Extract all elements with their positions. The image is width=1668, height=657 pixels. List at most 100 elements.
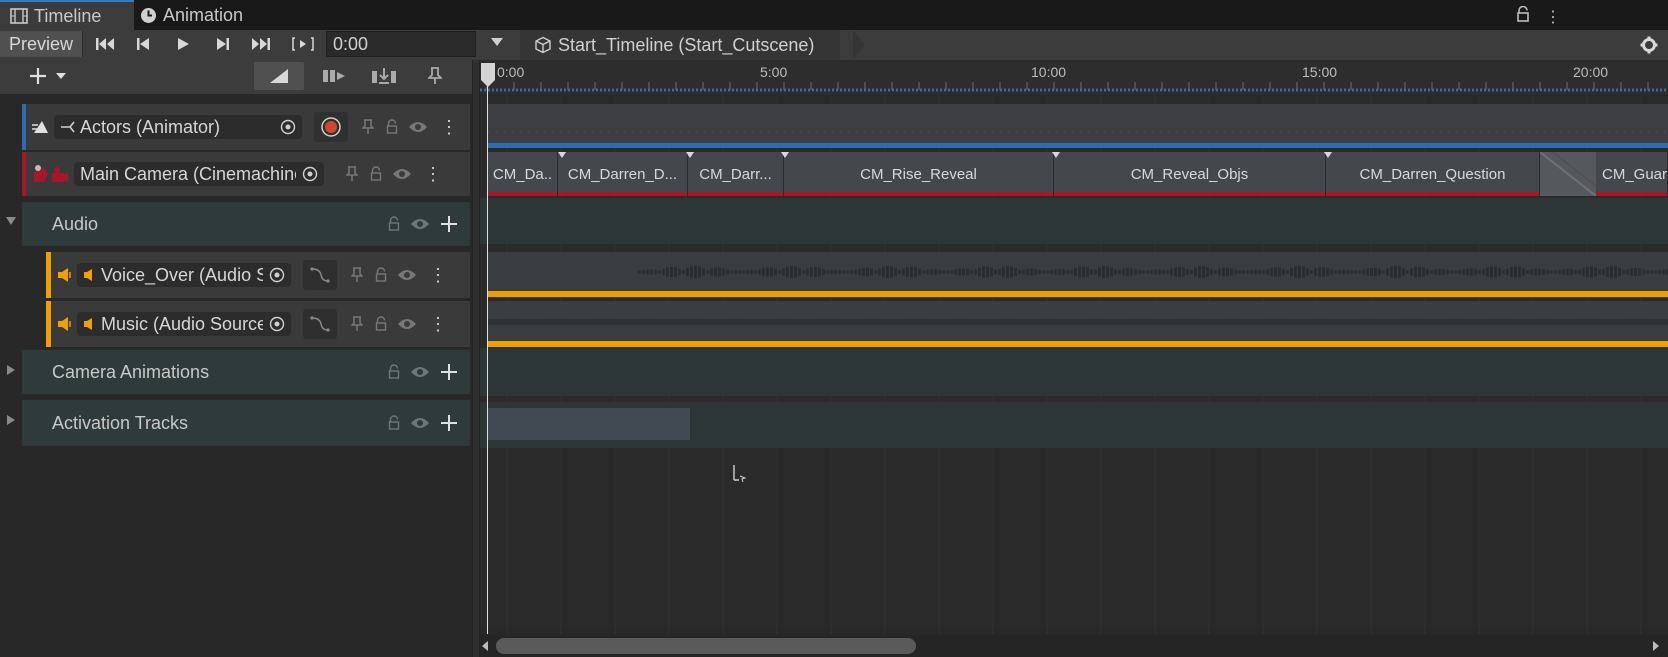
add-track-plus-icon[interactable] bbox=[440, 215, 458, 233]
actors-binding-field[interactable]: Actors (Animator) bbox=[54, 115, 302, 139]
time-input[interactable]: 0:00 bbox=[326, 31, 476, 57]
expand-arrow-icon[interactable] bbox=[6, 414, 16, 426]
ruler-tick-label: 15:00 bbox=[1302, 64, 1338, 80]
object-picker-icon[interactable] bbox=[280, 119, 296, 135]
ripple-mode-icon[interactable] bbox=[312, 62, 356, 90]
film-icon bbox=[10, 8, 28, 24]
object-picker-icon[interactable] bbox=[269, 267, 285, 283]
curves-toggle-button[interactable] bbox=[303, 309, 337, 339]
group-name: Camera Animations bbox=[52, 361, 210, 382]
edge-snap-icon[interactable] bbox=[362, 62, 406, 90]
expand-arrow-icon[interactable] bbox=[6, 364, 16, 376]
track-header-music[interactable]: Music (Audio Source ⋮ bbox=[51, 301, 470, 347]
actors-track-bar bbox=[488, 143, 1668, 148]
next-frame-icon[interactable] bbox=[208, 31, 238, 57]
ruler-ticks bbox=[480, 82, 1668, 92]
ruler-tick-label: 5:00 bbox=[760, 64, 788, 80]
lock-icon[interactable] bbox=[388, 364, 400, 380]
group-name: Audio bbox=[52, 213, 99, 234]
lock-icon[interactable] bbox=[386, 119, 398, 135]
ruler-tick-label: 10:00 bbox=[1031, 64, 1067, 80]
go-to-start-icon[interactable] bbox=[90, 31, 120, 57]
audio-track-icon bbox=[57, 267, 73, 283]
scroll-right-icon[interactable] bbox=[1652, 640, 1660, 652]
eye-icon[interactable] bbox=[397, 317, 417, 331]
track-menu-icon[interactable]: ⋮ bbox=[429, 314, 447, 335]
object-picker-icon[interactable] bbox=[302, 166, 318, 182]
lock-icon[interactable] bbox=[1516, 6, 1530, 22]
tab-animation-label: Animation bbox=[163, 4, 244, 25]
scrollbar-thumb[interactable] bbox=[496, 638, 916, 654]
pin-icon[interactable] bbox=[362, 119, 374, 135]
track-name: Music (Audio Source bbox=[101, 313, 263, 334]
eye-icon[interactable] bbox=[410, 365, 430, 379]
play-icon[interactable] bbox=[168, 31, 198, 57]
lock-icon[interactable] bbox=[388, 216, 400, 232]
eye-icon[interactable] bbox=[392, 167, 412, 181]
eye-icon[interactable] bbox=[397, 268, 417, 282]
ruler-tick-label: 20:00 bbox=[1573, 64, 1609, 80]
track-name: Voice_Over (Audio S bbox=[101, 264, 263, 285]
track-name: Actors (Animator) bbox=[80, 116, 221, 137]
clip-markers bbox=[558, 152, 1332, 158]
add-track-button[interactable] bbox=[28, 64, 72, 88]
track-group-camera-animations[interactable]: Camera Animations bbox=[22, 350, 470, 394]
add-track-plus-icon[interactable] bbox=[440, 414, 458, 432]
play-range-icon[interactable] bbox=[288, 31, 318, 57]
snap-to-frame-icon[interactable] bbox=[254, 62, 304, 90]
main-camera-binding-field[interactable]: Main Camera (Cinemachine bbox=[74, 162, 324, 186]
tab-timeline[interactable]: Timeline bbox=[0, 0, 134, 30]
breadcrumb[interactable]: Start_Timeline (Start_Cutscene) bbox=[520, 30, 841, 60]
audio-group-clip-area bbox=[480, 198, 1668, 244]
pin-icon[interactable] bbox=[346, 166, 358, 182]
lock-icon[interactable] bbox=[375, 316, 387, 332]
eye-icon[interactable] bbox=[408, 120, 428, 134]
scroll-left-icon[interactable] bbox=[481, 640, 489, 652]
animator-icon bbox=[60, 119, 76, 135]
music-bar bbox=[488, 341, 1668, 347]
track-header-main-camera[interactable]: Main Camera (Cinemachine ⋮ bbox=[26, 152, 470, 196]
tab-timeline-label: Timeline bbox=[34, 5, 102, 26]
lock-icon[interactable] bbox=[388, 415, 400, 431]
activation-clip[interactable] bbox=[488, 408, 690, 440]
track-header-actors[interactable]: Actors (Animator) ⋮ bbox=[26, 104, 470, 150]
go-to-end-icon[interactable] bbox=[246, 31, 276, 57]
settings-icon[interactable] bbox=[1632, 31, 1666, 59]
camera-animations-group-clip-area bbox=[480, 348, 1668, 396]
eye-icon[interactable] bbox=[410, 416, 430, 430]
collapse-arrow-icon[interactable] bbox=[5, 216, 17, 226]
playhead-handle[interactable] bbox=[480, 62, 496, 88]
music-binding-field[interactable]: Music (Audio Source bbox=[77, 312, 291, 336]
pin-icon[interactable] bbox=[351, 267, 363, 283]
track-group-activation-tracks[interactable]: Activation Tracks bbox=[22, 400, 470, 446]
playhead-line bbox=[487, 84, 488, 634]
mouse-cursor-icon bbox=[733, 464, 747, 484]
lock-icon[interactable] bbox=[375, 267, 387, 283]
audio-track-icon bbox=[57, 316, 73, 332]
track-name: Main Camera (Cinemachine bbox=[80, 163, 296, 184]
track-group-audio[interactable]: Audio bbox=[22, 202, 470, 246]
track-menu-icon[interactable]: ⋮ bbox=[429, 265, 447, 286]
voice-over-binding-field[interactable]: Voice_Over (Audio S bbox=[77, 263, 291, 287]
tab-animation[interactable]: Animation bbox=[140, 0, 270, 30]
eye-icon[interactable] bbox=[410, 217, 430, 231]
curves-toggle-button[interactable] bbox=[303, 260, 337, 290]
pane-splitter[interactable] bbox=[472, 60, 480, 657]
object-picker-icon[interactable] bbox=[269, 316, 285, 332]
infinite-clip-keys bbox=[488, 131, 1668, 133]
track-header-voice-over[interactable]: Voice_Over (Audio S ⋮ bbox=[51, 252, 470, 298]
menu-icon[interactable]: ⋮ bbox=[1545, 7, 1561, 27]
breadcrumb-arrow bbox=[853, 30, 865, 60]
pin-icon[interactable] bbox=[420, 62, 450, 90]
clock-icon bbox=[140, 7, 157, 24]
track-menu-icon[interactable]: ⋮ bbox=[440, 117, 458, 138]
lock-icon[interactable] bbox=[370, 166, 382, 182]
record-button[interactable] bbox=[314, 112, 348, 142]
preview-button[interactable]: Preview bbox=[0, 31, 83, 57]
pin-icon[interactable] bbox=[351, 316, 363, 332]
track-menu-icon[interactable]: ⋮ bbox=[424, 164, 442, 185]
add-track-plus-icon[interactable] bbox=[440, 363, 458, 381]
audio-source-icon bbox=[83, 317, 97, 331]
time-format-dropdown-icon[interactable] bbox=[490, 37, 504, 47]
previous-frame-icon[interactable] bbox=[128, 31, 158, 57]
